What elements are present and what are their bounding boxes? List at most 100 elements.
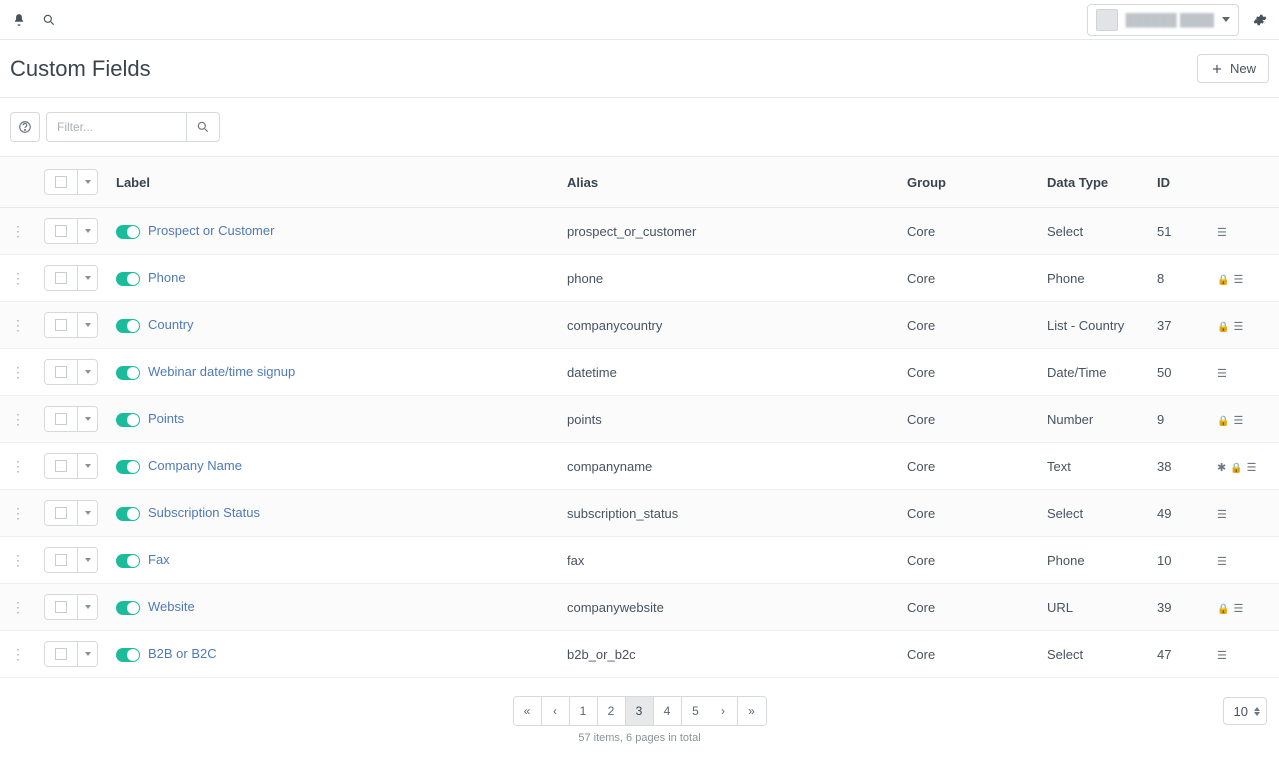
- published-toggle[interactable]: [116, 319, 140, 333]
- row-select[interactable]: [44, 500, 98, 526]
- published-toggle[interactable]: [116, 225, 140, 239]
- row-select[interactable]: [44, 312, 98, 338]
- row-select[interactable]: [44, 547, 98, 573]
- help-button[interactable]: [10, 112, 40, 142]
- row-actions-dropdown[interactable]: [77, 313, 97, 337]
- field-label-link[interactable]: Prospect or Customer: [148, 223, 274, 238]
- row-select[interactable]: [44, 594, 98, 620]
- header-data-type[interactable]: Data Type: [1039, 157, 1149, 208]
- field-data-type: URL: [1039, 584, 1149, 631]
- list-icon: [1217, 365, 1227, 380]
- row-actions-dropdown[interactable]: [77, 454, 97, 478]
- published-toggle[interactable]: [116, 460, 140, 474]
- published-toggle[interactable]: [116, 507, 140, 521]
- user-menu[interactable]: ██████ ████: [1087, 4, 1239, 36]
- field-label-link[interactable]: Fax: [148, 552, 170, 567]
- pager-prev[interactable]: ‹: [542, 697, 570, 725]
- gear-icon[interactable]: [1253, 13, 1267, 27]
- field-label-link[interactable]: Webinar date/time signup: [148, 364, 295, 379]
- published-toggle[interactable]: [116, 648, 140, 662]
- pager-page[interactable]: 1: [570, 697, 598, 725]
- row-checkbox[interactable]: [55, 460, 67, 472]
- drag-handle[interactable]: ⋮: [11, 364, 25, 380]
- field-data-type: Number: [1039, 396, 1149, 443]
- pager-page[interactable]: 3: [626, 697, 654, 725]
- row-actions-dropdown[interactable]: [77, 595, 97, 619]
- row-actions-dropdown[interactable]: [77, 266, 97, 290]
- drag-handle[interactable]: ⋮: [11, 411, 25, 427]
- drag-handle[interactable]: ⋮: [11, 223, 25, 239]
- table-row: ⋮PointspointsCoreNumber9: [0, 396, 1279, 443]
- select-all-dropdown[interactable]: [77, 170, 97, 194]
- pager-page[interactable]: 2: [598, 697, 626, 725]
- drag-handle[interactable]: ⋮: [11, 599, 25, 615]
- field-label-link[interactable]: Website: [148, 599, 195, 614]
- pager-first[interactable]: «: [514, 697, 542, 725]
- select-all[interactable]: [44, 169, 98, 195]
- header-label[interactable]: Label: [108, 157, 559, 208]
- published-toggle[interactable]: [116, 601, 140, 615]
- row-checkbox[interactable]: [55, 366, 67, 378]
- row-actions-dropdown[interactable]: [77, 360, 97, 384]
- field-label-link[interactable]: Company Name: [148, 458, 242, 473]
- header-alias[interactable]: Alias: [559, 157, 899, 208]
- field-label-link[interactable]: Country: [148, 317, 194, 332]
- field-label-link[interactable]: Subscription Status: [148, 505, 260, 520]
- field-data-type: List - Country: [1039, 302, 1149, 349]
- row-checkbox[interactable]: [55, 225, 67, 237]
- row-select[interactable]: [44, 359, 98, 385]
- row-actions-dropdown[interactable]: [77, 407, 97, 431]
- field-group: Core: [899, 584, 1039, 631]
- published-toggle[interactable]: [116, 554, 140, 568]
- filter-search-button[interactable]: [186, 112, 220, 142]
- drag-handle[interactable]: ⋮: [11, 317, 25, 333]
- row-checkbox[interactable]: [55, 413, 67, 425]
- field-data-type: Text: [1039, 443, 1149, 490]
- chevron-down-icon: [85, 417, 91, 421]
- drag-handle[interactable]: ⋮: [11, 458, 25, 474]
- row-select[interactable]: [44, 265, 98, 291]
- pager-page[interactable]: 5: [682, 697, 710, 725]
- table-row: ⋮PhonephoneCorePhone8: [0, 255, 1279, 302]
- field-label-link[interactable]: Points: [148, 411, 184, 426]
- drag-handle[interactable]: ⋮: [11, 646, 25, 662]
- pager: « ‹ 12345 › »: [513, 696, 767, 726]
- new-button[interactable]: New: [1197, 54, 1269, 83]
- row-actions-dropdown[interactable]: [77, 548, 97, 572]
- chevron-down-icon: [85, 511, 91, 515]
- row-checkbox[interactable]: [55, 648, 67, 660]
- published-toggle[interactable]: [116, 272, 140, 286]
- pager-next[interactable]: ›: [710, 697, 738, 725]
- row-checkbox[interactable]: [55, 601, 67, 613]
- published-toggle[interactable]: [116, 366, 140, 380]
- field-id: 10: [1149, 537, 1209, 584]
- drag-handle[interactable]: ⋮: [11, 552, 25, 568]
- list-icon: [1233, 318, 1243, 333]
- search-icon[interactable]: [42, 13, 56, 27]
- row-actions-dropdown[interactable]: [77, 642, 97, 666]
- row-select[interactable]: [44, 218, 98, 244]
- drag-handle[interactable]: ⋮: [11, 505, 25, 521]
- row-actions-dropdown[interactable]: [77, 219, 97, 243]
- row-select[interactable]: [44, 406, 98, 432]
- filter-input[interactable]: [46, 112, 186, 142]
- row-checkbox[interactable]: [55, 554, 67, 566]
- pager-last[interactable]: »: [738, 697, 766, 725]
- bell-icon[interactable]: [12, 13, 26, 27]
- field-label-link[interactable]: Phone: [148, 270, 186, 285]
- row-checkbox[interactable]: [55, 507, 67, 519]
- row-select[interactable]: [44, 453, 98, 479]
- chevron-down-icon: [85, 276, 91, 280]
- row-checkbox[interactable]: [55, 272, 67, 284]
- row-select[interactable]: [44, 641, 98, 667]
- select-all-checkbox[interactable]: [55, 176, 67, 188]
- row-actions-dropdown[interactable]: [77, 501, 97, 525]
- pager-page[interactable]: 4: [654, 697, 682, 725]
- drag-handle[interactable]: ⋮: [11, 270, 25, 286]
- page-size-select[interactable]: 10: [1223, 697, 1267, 725]
- row-checkbox[interactable]: [55, 319, 67, 331]
- published-toggle[interactable]: [116, 413, 140, 427]
- field-label-link[interactable]: B2B or B2C: [148, 646, 217, 661]
- header-group[interactable]: Group: [899, 157, 1039, 208]
- header-id[interactable]: ID: [1149, 157, 1209, 208]
